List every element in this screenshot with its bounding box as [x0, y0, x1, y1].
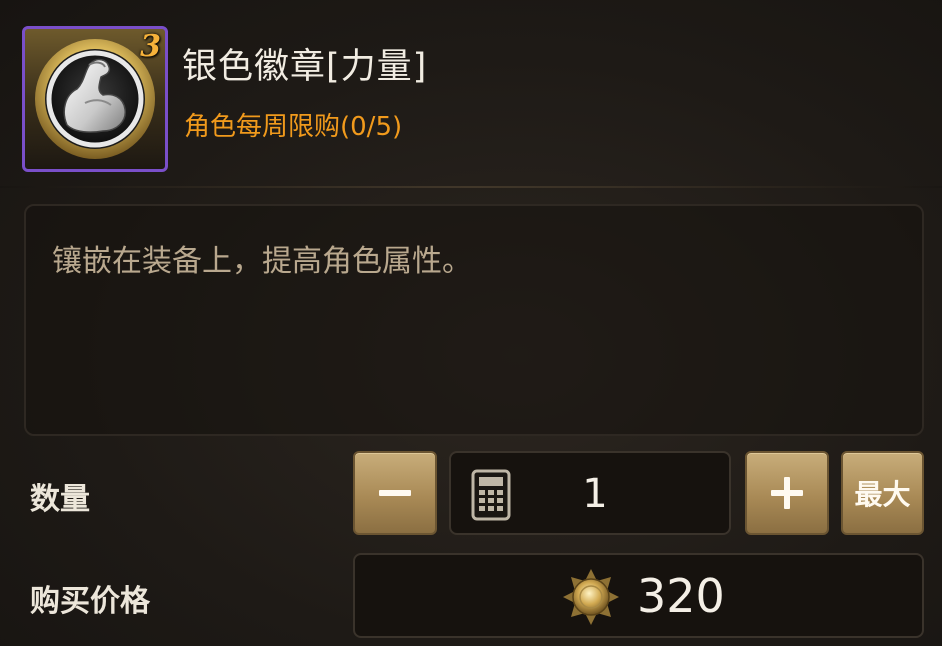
description-text: 镶嵌在装备上，提高角色属性。	[52, 244, 472, 279]
header-divider	[0, 186, 942, 188]
description-box: 镶嵌在装备上，提高角色属性。	[24, 204, 924, 436]
item-name: 银色徽章[力量]	[182, 47, 428, 87]
price-value: 320	[637, 569, 725, 623]
gold-coin-icon	[563, 569, 619, 625]
quantity-label: 数量	[30, 482, 90, 517]
item-icon-frame[interactable]: 3	[22, 26, 168, 172]
quantity-input[interactable]: 1	[449, 451, 731, 535]
plus-icon	[771, 477, 803, 509]
increase-button[interactable]	[745, 451, 829, 535]
price-label: 购买价格	[30, 584, 150, 619]
decrease-button[interactable]	[353, 451, 437, 535]
price-display: 320	[353, 553, 924, 638]
minus-icon	[379, 490, 411, 496]
purchase-limit: 角色每周限购(0/5)	[184, 112, 403, 142]
item-count: 3	[140, 29, 161, 64]
max-button[interactable]: 最大	[841, 451, 924, 535]
quantity-value: 1	[582, 471, 608, 517]
